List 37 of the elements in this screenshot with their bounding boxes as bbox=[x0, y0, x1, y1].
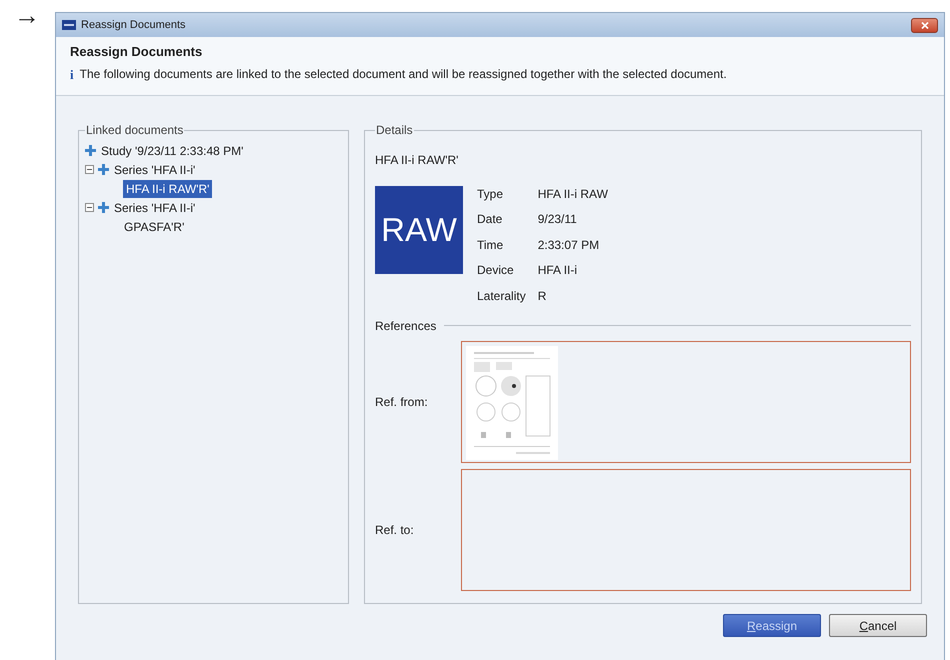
tree-item[interactable]: Series 'HFA II-i' bbox=[113, 160, 196, 178]
pointer-arrow: → bbox=[14, 0, 40, 30]
app-logo-icon bbox=[62, 20, 76, 30]
raw-thumbnail: RAW bbox=[375, 186, 463, 274]
collapse-toggle[interactable] bbox=[85, 203, 94, 212]
field-value: 9/23/11 bbox=[538, 211, 578, 228]
close-button[interactable] bbox=[911, 18, 938, 32]
window-title: Reassign Documents bbox=[81, 18, 187, 33]
cross-icon bbox=[85, 145, 96, 156]
field-label: Device bbox=[477, 262, 515, 280]
tree-item[interactable]: Series 'HFA II-i' bbox=[113, 198, 196, 216]
cancel-button[interactable]: Cancel bbox=[829, 614, 927, 637]
tree-item[interactable]: GPASFA'R' bbox=[123, 218, 186, 236]
field-value: HFA II-i RAW bbox=[538, 186, 608, 203]
group-title: Linked documents bbox=[85, 122, 184, 139]
tree-item[interactable]: Study '9/23/11 2:33:48 PM' bbox=[100, 142, 244, 160]
collapse-toggle[interactable] bbox=[85, 165, 94, 174]
field-label: Time bbox=[477, 236, 504, 254]
info-message: The following documents are linked to the selected document and will be reassigned together with the selected document. bbox=[80, 66, 727, 84]
field-label: Date bbox=[477, 211, 504, 228]
group-title: Details bbox=[375, 122, 414, 139]
field-value: HFA II-i bbox=[538, 262, 578, 280]
cross-icon bbox=[98, 202, 109, 213]
info-icon: i bbox=[70, 64, 74, 84]
close-icon bbox=[920, 22, 928, 28]
tree-item[interactable]: HFA II-i RAW'R' bbox=[123, 180, 212, 198]
field-value: 2:33:07 PM bbox=[538, 236, 600, 254]
reassign-button[interactable]: Reassign bbox=[723, 614, 821, 637]
field-value: R bbox=[538, 288, 548, 305]
section-title: References bbox=[375, 318, 436, 334]
document-name: HFA II-i RAW'R' bbox=[375, 152, 460, 169]
field-label: Ref. to: bbox=[375, 522, 415, 538]
field-label: Type bbox=[477, 186, 504, 203]
field-label: Ref. from: bbox=[375, 394, 429, 410]
dialog-heading: Reassign Documents bbox=[70, 43, 204, 61]
cross-icon bbox=[98, 164, 109, 175]
field-label: Laterality bbox=[477, 288, 526, 305]
